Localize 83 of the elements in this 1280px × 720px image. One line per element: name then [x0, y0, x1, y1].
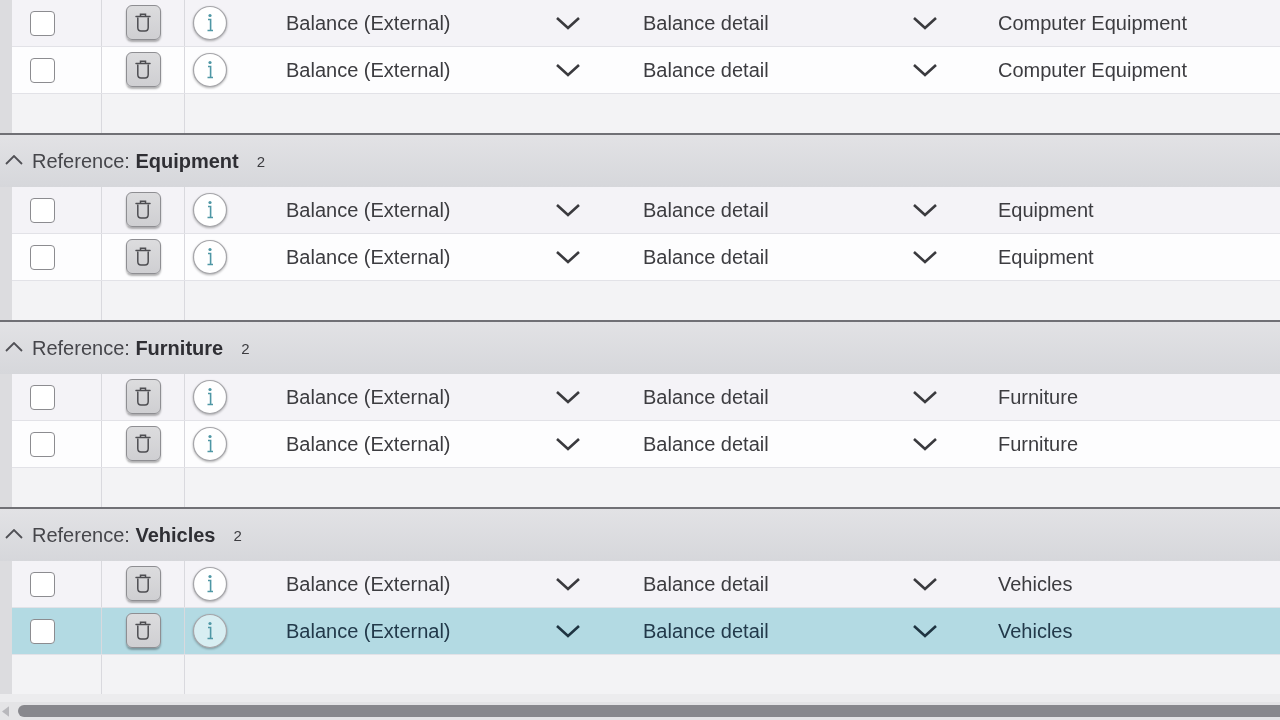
trash-icon	[135, 573, 151, 593]
reference-text: Vehicles	[998, 572, 1073, 596]
dropdown[interactable]: Balance detail	[643, 11, 938, 35]
dropdown[interactable]: Balance (External)	[286, 572, 581, 596]
group-count: 2	[233, 526, 242, 544]
trash-icon	[135, 59, 151, 79]
trash-icon	[135, 386, 151, 406]
dropdown[interactable]: Balance detail	[643, 385, 938, 409]
group-title: Reference: Furniture	[32, 336, 224, 360]
dropdown[interactable]: Balance (External)	[286, 385, 581, 409]
reference-text: Vehicles	[998, 619, 1073, 643]
delete-button[interactable]	[125, 191, 161, 227]
group-title: Reference: Vehicles	[32, 523, 216, 547]
dropdown[interactable]: Balance detail	[643, 198, 938, 222]
table-row[interactable]: Balance (External) Balance detail Vehicles	[12, 608, 1280, 655]
table-row[interactable]: Balance (External) Balance detail Equipment	[12, 234, 1280, 281]
group-count: 2	[241, 339, 250, 357]
chevron-down-icon[interactable]	[912, 437, 938, 451]
checkbox[interactable]	[30, 571, 55, 597]
chevron-down-icon[interactable]	[912, 577, 938, 591]
table-row[interactable]: Balance (External) Balance detail Equipment	[12, 187, 1280, 234]
table-row[interactable]: Balance (External) Balance detail Furniture	[12, 421, 1280, 468]
dropdown[interactable]: Balance (External)	[286, 245, 581, 269]
reference-text: Equipment	[998, 245, 1094, 269]
trash-icon	[135, 199, 151, 219]
checkbox[interactable]	[30, 10, 55, 36]
chevron-up-icon[interactable]	[5, 342, 23, 352]
scrollbar-thumb[interactable]	[18, 705, 1280, 717]
reference-text: Equipment	[998, 198, 1094, 222]
chevron-down-icon[interactable]	[912, 624, 938, 638]
delete-button[interactable]	[125, 378, 161, 414]
delete-button[interactable]	[125, 612, 161, 648]
dropdown[interactable]: Balance detail	[643, 619, 938, 643]
chevron-down-icon[interactable]	[555, 250, 581, 264]
dropdown[interactable]: Balance detail	[643, 245, 938, 269]
dropdown[interactable]: Balance (External)	[286, 432, 581, 456]
chevron-down-icon[interactable]	[555, 624, 581, 638]
trash-icon	[135, 12, 151, 32]
delete-button[interactable]	[125, 4, 161, 40]
trash-icon	[135, 246, 151, 266]
delete-button[interactable]	[125, 238, 161, 274]
trash-icon	[135, 620, 151, 640]
checkbox[interactable]	[30, 384, 55, 410]
checkbox[interactable]	[30, 431, 55, 457]
chevron-down-icon[interactable]	[912, 390, 938, 404]
chevron-down-icon[interactable]	[555, 203, 581, 217]
dropdown[interactable]: Balance (External)	[286, 11, 581, 35]
delete-button[interactable]	[125, 425, 161, 461]
dropdown[interactable]: Balance detail	[643, 58, 938, 82]
trash-icon	[135, 433, 151, 453]
chevron-down-icon[interactable]	[555, 577, 581, 591]
table-row[interactable]: Balance (External) Balance detail Computer Equipment	[12, 47, 1280, 94]
chevron-down-icon[interactable]	[912, 203, 938, 217]
chevron-down-icon[interactable]	[912, 16, 938, 30]
delete-button[interactable]	[125, 51, 161, 87]
delete-button[interactable]	[125, 565, 161, 601]
dropdown[interactable]: Balance (External)	[286, 198, 581, 222]
checkbox[interactable]	[30, 618, 55, 644]
reference-text: Furniture	[998, 432, 1079, 456]
horizontal-scrollbar[interactable]	[0, 702, 1280, 720]
reference-text: Computer Equipment	[998, 58, 1187, 82]
table-row[interactable]: Balance (External) Balance detail Computer Equipment	[12, 0, 1280, 47]
reference-text: Furniture	[998, 385, 1079, 409]
dropdown[interactable]: Balance detail	[643, 432, 938, 456]
table-row[interactable]: Balance (External) Balance detail Furniture	[12, 374, 1280, 421]
chevron-down-icon[interactable]	[912, 250, 938, 264]
chevron-up-icon[interactable]	[5, 529, 23, 539]
group-count: 2	[256, 152, 266, 170]
dropdown[interactable]: Balance (External)	[286, 619, 581, 643]
chevron-down-icon[interactable]	[912, 63, 938, 77]
chevron-down-icon[interactable]	[555, 63, 581, 77]
dropdown[interactable]: Balance (External)	[286, 58, 581, 82]
chevron-down-icon[interactable]	[555, 390, 581, 404]
checkbox[interactable]	[30, 244, 55, 270]
reference-text: Computer Equipment	[998, 11, 1187, 35]
chevron-up-icon[interactable]	[5, 155, 23, 165]
checkbox[interactable]	[30, 197, 55, 223]
chevron-down-icon[interactable]	[555, 437, 581, 451]
chevron-down-icon[interactable]	[555, 16, 581, 30]
checkbox[interactable]	[30, 57, 55, 83]
group-title: Reference: Equipment	[32, 149, 239, 173]
table-row[interactable]: Balance (External) Balance detail Vehicles	[12, 561, 1280, 608]
dropdown[interactable]: Balance detail	[643, 572, 938, 596]
